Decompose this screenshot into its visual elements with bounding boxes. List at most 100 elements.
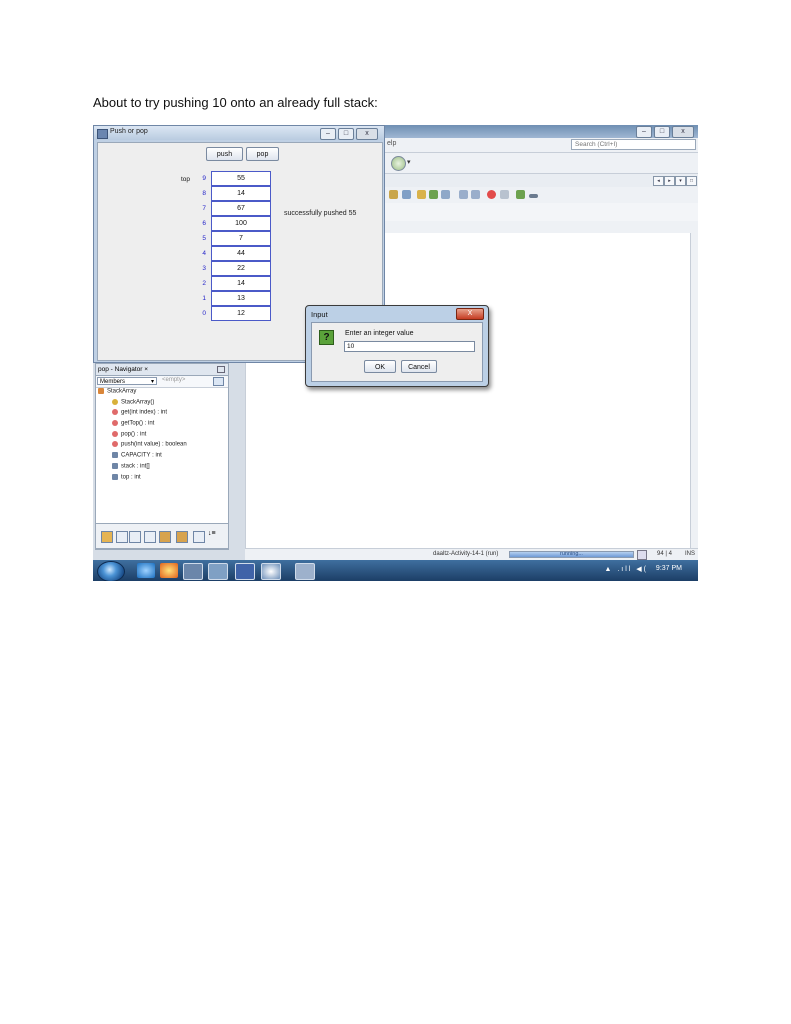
taskbar: ▲ .ıll ◀( 9:37 PM bbox=[93, 560, 698, 581]
explorer-icon[interactable] bbox=[183, 563, 203, 580]
tree-item-label: StackArray bbox=[107, 388, 137, 395]
step-out-icon[interactable] bbox=[429, 190, 438, 199]
minimize-button[interactable]: – bbox=[320, 128, 336, 140]
tree-item-label: push(int value) : boolean bbox=[121, 442, 187, 449]
question-icon: ? bbox=[319, 330, 334, 345]
field-icon bbox=[112, 452, 118, 459]
tree-item[interactable]: stack : int[] bbox=[98, 462, 187, 474]
sort-name-icon[interactable] bbox=[176, 531, 188, 543]
clean-icon[interactable] bbox=[516, 190, 525, 199]
output-icon[interactable] bbox=[529, 194, 538, 198]
inner-classes-icon[interactable] bbox=[159, 531, 171, 543]
navigator-panel: pop - Navigator × Members ▾ <empty> Stack… bbox=[95, 363, 229, 550]
run-to-cursor-icon[interactable] bbox=[441, 190, 450, 199]
window-title: Push or pop bbox=[110, 128, 148, 135]
output-scrollbar[interactable] bbox=[690, 233, 698, 548]
profile-icon[interactable] bbox=[391, 156, 406, 171]
dialog-content: ? Enter an integer value OK Cancel bbox=[311, 322, 483, 382]
close-button[interactable]: X bbox=[456, 308, 484, 320]
integer-input[interactable] bbox=[344, 341, 475, 352]
system-tray[interactable]: ▲ .ıll ◀( bbox=[604, 565, 648, 573]
static-icon[interactable] bbox=[129, 531, 141, 543]
tab-scroll-right-icon[interactable]: ▸ bbox=[664, 176, 675, 186]
navigator-close-icon[interactable]: × bbox=[144, 366, 148, 373]
dialog-prompt: Enter an integer value bbox=[345, 330, 414, 337]
chevron-down-icon[interactable]: ▾ bbox=[407, 158, 411, 166]
internet-explorer-icon[interactable] bbox=[137, 563, 155, 578]
fields-icon[interactable] bbox=[116, 531, 128, 543]
debug-toolbar bbox=[383, 187, 698, 204]
cancel-button[interactable]: Cancel bbox=[401, 360, 437, 373]
java-app-icon[interactable] bbox=[261, 563, 281, 580]
stack-index-label: 6 bbox=[202, 220, 206, 227]
clock[interactable]: 9:37 PM bbox=[656, 565, 682, 572]
filter-options-icon[interactable] bbox=[213, 377, 224, 386]
push-or-pop-titlebar: Push or pop – □ x bbox=[94, 126, 384, 140]
tree-item[interactable]: StackArray() bbox=[98, 398, 187, 410]
inherited-icon[interactable] bbox=[101, 531, 113, 543]
insert-mode: INS bbox=[685, 551, 696, 557]
tree-item-label: getTop() : int bbox=[121, 420, 155, 427]
close-button[interactable]: x bbox=[672, 126, 694, 138]
finish-icon[interactable] bbox=[500, 190, 509, 199]
stack-index-label: 1 bbox=[202, 295, 206, 302]
tab-scroll-left-icon[interactable]: ◂ bbox=[653, 176, 664, 186]
stack-index-label: 5 bbox=[202, 235, 206, 242]
pause-icon[interactable] bbox=[471, 190, 480, 199]
stack-index-label: 7 bbox=[202, 205, 206, 212]
stop-icon[interactable] bbox=[487, 190, 496, 199]
tab-list-icon[interactable]: ▾ bbox=[675, 176, 686, 186]
tree-item[interactable]: push(int value) : boolean bbox=[98, 441, 187, 452]
close-button[interactable]: x bbox=[356, 128, 378, 140]
minimize-icon[interactable] bbox=[217, 366, 225, 373]
tree-item[interactable]: getTop() : int bbox=[98, 420, 187, 431]
cancel-process-icon[interactable] bbox=[637, 550, 647, 560]
method-icon bbox=[112, 420, 118, 427]
stack-index-label: 0 bbox=[202, 310, 206, 317]
tree-item[interactable]: StackArray bbox=[98, 388, 187, 399]
filter-empty-select[interactable]: <empty> bbox=[162, 377, 185, 383]
start-button[interactable] bbox=[97, 561, 125, 581]
sort-source-icon[interactable] bbox=[193, 531, 205, 543]
navigator-title: pop - Navigator bbox=[98, 366, 143, 373]
chrome-icon[interactable] bbox=[160, 563, 178, 578]
constructor-icon bbox=[112, 398, 118, 405]
word-icon[interactable] bbox=[235, 563, 255, 580]
maximize-icon[interactable]: □ bbox=[686, 176, 697, 186]
field-icon bbox=[112, 462, 118, 469]
stack-cell: 14 bbox=[211, 276, 271, 291]
push-button[interactable]: push bbox=[206, 147, 243, 161]
maximize-button[interactable]: □ bbox=[338, 128, 354, 140]
method-icon bbox=[112, 430, 118, 437]
field-icon bbox=[112, 473, 118, 480]
menu-help[interactable]: elp bbox=[387, 140, 396, 147]
maximize-button[interactable]: □ bbox=[654, 126, 670, 138]
stack-cell: 7 bbox=[211, 231, 271, 246]
search-input[interactable] bbox=[571, 139, 696, 150]
stack-index-label: 4 bbox=[202, 250, 206, 257]
tree-item[interactable]: pop() : int bbox=[98, 430, 187, 442]
status-project[interactable]: daaltz-Activity-14-1 (run) bbox=[433, 551, 498, 557]
step-over-icon[interactable] bbox=[402, 190, 411, 199]
progress-bar: running... bbox=[509, 551, 634, 558]
sort-alpha-icon[interactable]: ↓≡ bbox=[208, 530, 218, 540]
members-select[interactable]: Members ▾ bbox=[97, 377, 157, 385]
step-icon[interactable] bbox=[389, 190, 398, 199]
app-window-icon[interactable] bbox=[208, 563, 228, 580]
editor-tabs-bar: ◂ ▸ ▾ □ bbox=[383, 173, 698, 188]
tree-item-label: StackArray() bbox=[121, 399, 155, 406]
tree-item[interactable]: get(int index) : int bbox=[98, 409, 187, 420]
netbeans-titlebar: – □ x bbox=[383, 125, 698, 138]
ok-button[interactable]: OK bbox=[364, 360, 396, 373]
stack-cell: 100 bbox=[211, 216, 271, 231]
tree-item[interactable]: CAPACITY : int bbox=[98, 452, 187, 463]
caption: About to try pushing 10 onto an already … bbox=[93, 95, 378, 110]
apply-changes-icon[interactable] bbox=[459, 190, 468, 199]
stack-index-label: 9 bbox=[202, 175, 206, 182]
pop-button[interactable]: pop bbox=[246, 147, 279, 161]
netbeans-icon[interactable] bbox=[295, 563, 315, 580]
non-public-icon[interactable] bbox=[144, 531, 156, 543]
minimize-button[interactable]: – bbox=[636, 126, 652, 138]
step-into-icon[interactable] bbox=[417, 190, 426, 199]
tree-item[interactable]: top : int bbox=[98, 473, 187, 485]
